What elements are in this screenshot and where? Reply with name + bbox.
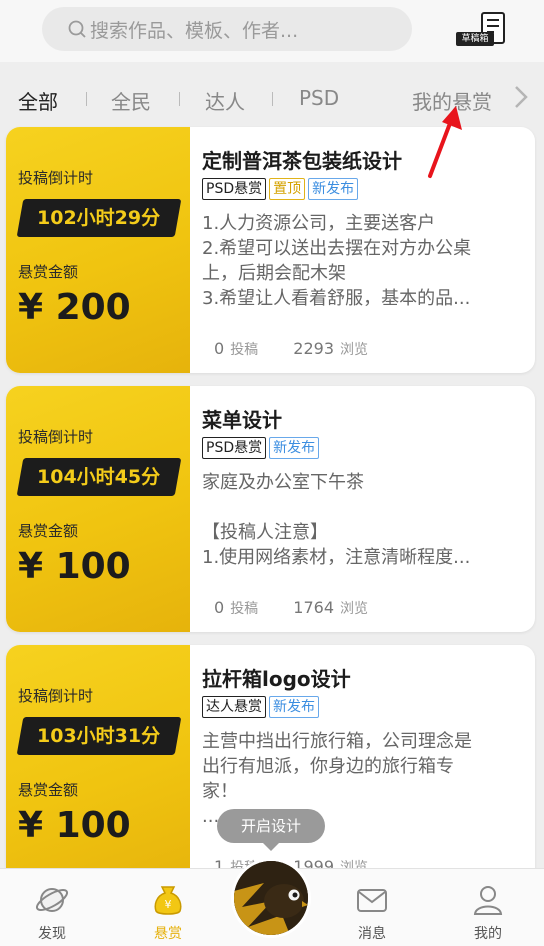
reward-title: 定制普洱茶包装纸设计 bbox=[202, 149, 402, 173]
planet-icon bbox=[35, 888, 69, 912]
amount-label: 悬赏金额 bbox=[18, 263, 79, 281]
amount-label: 悬赏金额 bbox=[18, 781, 79, 799]
tag-list: PSD悬赏 新发布 bbox=[202, 437, 320, 459]
reward-description: 1.人力资源公司，主要送客户 2.希望可以送出去摆在对方办公桌 上，后期会配木架… bbox=[202, 213, 472, 309]
amount-label: 悬赏金额 bbox=[18, 522, 79, 540]
countdown-label: 投稿倒计时 bbox=[18, 687, 94, 705]
countdown-timer: 102小时29分 bbox=[16, 199, 182, 237]
reward-details: 拉杆箱logo设计 达人悬赏 新发布 主营中挡出行旅行箱，公司理念是 出行有旭派… bbox=[202, 645, 530, 891]
reward-title: 拉杆箱logo设计 bbox=[202, 667, 351, 691]
countdown-label: 投稿倒计时 bbox=[18, 428, 94, 446]
reward-summary-panel: 投稿倒计时 103小时31分 悬赏金额 ¥ 100 bbox=[6, 645, 190, 891]
person-icon bbox=[473, 886, 503, 915]
reward-description: 家庭及办公室下午茶 【投稿人注意】 1.使用网络素材，注意清晰程度... bbox=[202, 472, 471, 568]
reward-amount: ¥ 100 bbox=[18, 546, 131, 587]
tab-everyone[interactable]: 全民 bbox=[111, 86, 151, 115]
nav-messages[interactable]: 消息 bbox=[332, 883, 412, 943]
nav-rewards-label: 悬赏 bbox=[154, 926, 182, 942]
tab-psd[interactable]: PSD bbox=[299, 86, 339, 110]
countdown-timer: 104小时45分 bbox=[16, 458, 182, 496]
tag-new: 新发布 bbox=[308, 178, 359, 200]
reward-stats: 0 投稿 1764 浏览 bbox=[214, 598, 398, 618]
view-unit: 浏览 bbox=[340, 601, 368, 617]
tab-divider bbox=[272, 92, 273, 106]
reward-summary-panel: 投稿倒计时 102小时29分 悬赏金额 ¥ 200 bbox=[6, 127, 190, 373]
reward-details: 菜单设计 PSD悬赏 新发布 家庭及办公室下午茶 【投稿人注意】 1.使用网络素… bbox=[202, 386, 530, 632]
view-count: 2293 bbox=[293, 339, 334, 358]
reward-amount: ¥ 100 bbox=[18, 805, 131, 846]
create-fab-button[interactable] bbox=[231, 858, 311, 938]
chevron-right-icon[interactable] bbox=[513, 84, 529, 110]
countdown-timer: 103小时31分 bbox=[16, 717, 182, 755]
bird-logo-icon bbox=[234, 861, 308, 935]
envelope-icon bbox=[357, 889, 387, 912]
draft-box-button[interactable]: 草稿箱 bbox=[456, 10, 508, 48]
submission-count: 0 bbox=[214, 339, 225, 358]
reward-title: 菜单设计 bbox=[202, 408, 282, 432]
countdown-label: 投稿倒计时 bbox=[18, 169, 94, 187]
tag-psd-reward: PSD悬赏 bbox=[202, 437, 267, 459]
search-bar[interactable]: 搜索作品、模板、作者... bbox=[42, 7, 412, 51]
top-bar: 搜索作品、模板、作者... 草稿箱 bbox=[0, 0, 544, 62]
reward-amount: ¥ 200 bbox=[18, 287, 131, 328]
nav-discover-label: 发现 bbox=[38, 926, 66, 942]
submission-unit: 投稿 bbox=[230, 601, 259, 617]
submission-unit: 投稿 bbox=[230, 342, 259, 358]
nav-rewards[interactable]: ¥ 悬赏 bbox=[128, 883, 208, 943]
view-count: 1764 bbox=[293, 598, 334, 617]
search-icon bbox=[68, 20, 86, 38]
reward-card[interactable]: 投稿倒计时 104小时45分 悬赏金额 ¥ 100 菜单设计 PSD悬赏 新发布… bbox=[6, 386, 535, 632]
tag-expert-reward: 达人悬赏 bbox=[202, 696, 266, 718]
nav-profile[interactable]: 我的 bbox=[448, 883, 528, 943]
annotation-arrow-icon bbox=[428, 106, 462, 178]
nav-discover[interactable]: 发现 bbox=[12, 883, 92, 943]
svg-text:¥: ¥ bbox=[165, 898, 172, 911]
money-bag-icon: ¥ bbox=[154, 886, 182, 915]
tab-expert[interactable]: 达人 bbox=[205, 86, 245, 115]
tag-new: 新发布 bbox=[269, 696, 319, 718]
tag-pinned: 置顶 bbox=[269, 178, 306, 200]
reward-stats: 0 投稿 2293 浏览 bbox=[214, 339, 398, 359]
reward-card[interactable]: 投稿倒计时 103小时31分 悬赏金额 ¥ 100 拉杆箱logo设计 达人悬赏… bbox=[6, 645, 535, 891]
draft-box-label: 草稿箱 bbox=[456, 32, 494, 46]
tag-psd-reward: PSD悬赏 bbox=[202, 178, 267, 200]
search-placeholder: 搜索作品、模板、作者... bbox=[90, 19, 299, 42]
reward-summary-panel: 投稿倒计时 104小时45分 悬赏金额 ¥ 100 bbox=[6, 386, 190, 632]
submission-count: 0 bbox=[214, 598, 225, 617]
nav-profile-label: 我的 bbox=[474, 926, 502, 942]
start-design-tooltip[interactable]: 开启设计 bbox=[217, 809, 325, 851]
tab-divider bbox=[86, 92, 87, 106]
reward-details: 定制普洱茶包装纸设计 PSD悬赏 置顶 新发布 1.人力资源公司，主要送客户 2… bbox=[202, 127, 530, 373]
tag-list: 达人悬赏 新发布 bbox=[202, 696, 319, 718]
tag-list: PSD悬赏 置顶 新发布 bbox=[202, 178, 359, 200]
view-unit: 浏览 bbox=[340, 342, 368, 358]
tab-divider bbox=[179, 92, 180, 106]
tag-new: 新发布 bbox=[269, 437, 320, 459]
nav-messages-label: 消息 bbox=[358, 926, 386, 942]
tab-all[interactable]: 全部 bbox=[18, 86, 58, 115]
